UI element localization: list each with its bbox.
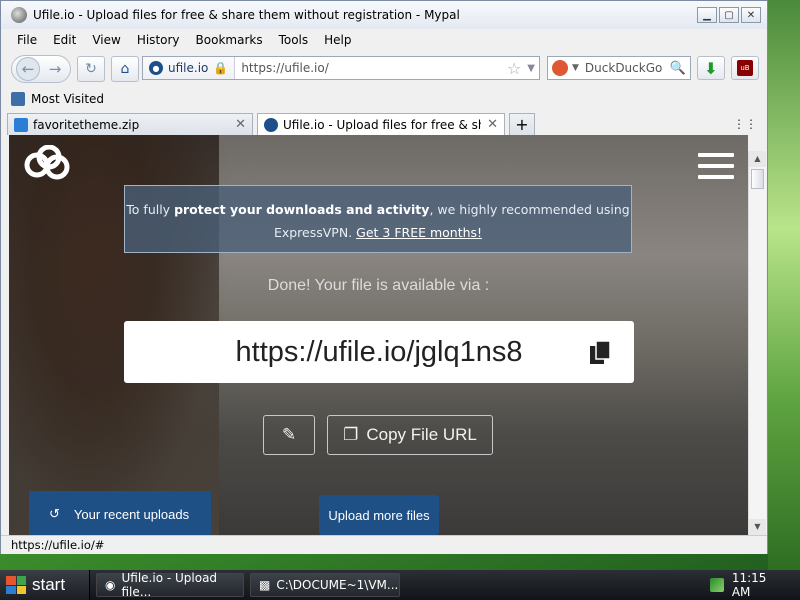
vpn-prefix: To fully [126,202,175,217]
file-url[interactable]: https://ufile.io/jglq1ns8 [236,336,523,369]
menu-history[interactable]: History [137,33,180,47]
vpn-offer-link[interactable]: Get 3 FREE months! [356,225,482,240]
vpn-notice: To fully protect your downloads and acti… [124,185,632,253]
new-tab-button[interactable]: + [509,113,535,135]
history-icon: ↺ [49,506,60,521]
menu-bookmarks[interactable]: Bookmarks [196,33,263,47]
ublock-icon: uB [737,60,753,76]
menu-bar: File Edit View History Bookmarks Tools H… [1,29,767,51]
done-message: Done! Your file is available via : [267,277,490,294]
recent-uploads-label: Your recent uploads [73,506,190,522]
site-identity[interactable]: ● ufile.io 🔒 [143,57,236,79]
close-tab-icon[interactable]: ✕ [235,117,246,132]
lock-icon: 🔒 [213,61,229,75]
taskbar: start ◉ Ufile.io - Upload file... ▩ C:\D… [0,570,800,600]
edit-icon: ✎ [281,425,297,444]
window-title: Ufile.io - Upload files for free & share… [33,8,460,22]
system-tray: 11:15 AM [710,570,800,600]
scroll-thumb[interactable] [751,169,764,189]
home-button[interactable]: ⌂ [111,56,139,82]
mypal-icon: ◉ [105,578,116,592]
start-button[interactable]: start [0,570,90,600]
maximize-button[interactable]: ▢ [719,7,739,23]
upload-more-button[interactable]: Upload more files [319,495,439,535]
file-url-card: https://ufile.io/jglq1ns8 [124,321,634,383]
taskbar-item-label: C:\DOCUME~1\VM... [276,578,399,592]
url-text[interactable]: https://ufile.io/ [235,61,507,75]
scroll-down-icon[interactable]: ▼ [749,519,766,535]
status-bar: https://ufile.io/# [1,535,767,554]
tray-icon[interactable] [710,578,724,592]
desktop-background [768,0,800,570]
browser-window: Ufile.io - Upload files for free & share… [0,0,768,554]
taskbar-item-browser[interactable]: ◉ Ufile.io - Upload file... [96,571,244,599]
menu-view[interactable]: View [92,33,120,47]
mypal-icon [11,7,27,23]
duckduckgo-icon[interactable] [552,60,568,76]
copy-icon: ❐ [343,425,359,444]
start-label: start [32,575,66,594]
site-identity-label: ufile.io [168,61,209,75]
page-content: To fully protect your downloads and acti… [9,135,748,535]
copy-file-url-button[interactable]: ❐ Copy File URL [327,415,493,455]
downloads-button[interactable]: ⬇ [697,56,725,80]
title-bar: Ufile.io - Upload files for free & share… [1,1,767,29]
taskbar-item-console[interactable]: ▩ C:\DOCUME~1\VM... [250,573,400,597]
vpn-bold: protect your downloads and activity [174,202,430,217]
ufile-favicon-icon [264,117,278,132]
search-bar[interactable]: ▼ DuckDuckGo 🔍 [547,56,691,80]
navigation-toolbar: ← → ↻ ⌂ ● ufile.io 🔒 https://ufile.io/ ☆… [1,53,767,85]
menu-edit[interactable]: Edit [53,33,76,47]
tab-favoritetheme[interactable]: favoritetheme.zip ✕ [7,113,253,135]
search-icon[interactable]: 🔍 [670,61,686,76]
taskbar-item-label: Ufile.io - Upload file... [121,571,218,599]
clock: 11:15 AM [731,571,767,599]
bookmark-star-icon[interactable]: ☆ [507,59,521,78]
url-bar[interactable]: ● ufile.io 🔒 https://ufile.io/ ☆ ▼ [142,56,540,80]
search-placeholder[interactable]: DuckDuckGo [585,61,670,75]
hamburger-menu-icon[interactable] [698,153,734,179]
back-forward-group: ← → [11,55,71,83]
reload-button[interactable]: ↻ [77,56,105,82]
forward-button[interactable]: → [44,58,66,80]
edit-button[interactable]: ✎ [263,415,315,455]
ublock-button[interactable]: uB [731,56,759,80]
tab-ufile[interactable]: Ufile.io - Upload files for free & share… [257,113,505,135]
tab-label: Ufile.io - Upload files for free & share… [283,117,481,132]
ufile-logo-icon[interactable] [23,145,71,181]
tab-label: favoritetheme.zip [33,117,140,132]
tab-list-icon[interactable]: ⋮⋮ [733,117,757,131]
close-button[interactable]: ✕ [741,7,761,23]
back-button[interactable]: ← [16,57,40,81]
bookmarks-toolbar: Most Visited [1,89,767,109]
search-engine-dropdown-icon[interactable]: ▼ [572,63,579,73]
menu-help[interactable]: Help [324,33,351,47]
recent-uploads-button[interactable]: ↺ Your recent uploads [29,491,211,535]
console-icon: ▩ [259,578,271,592]
copy-icon[interactable] [590,341,612,367]
close-tab-icon[interactable]: ✕ [487,117,498,132]
page-scrollbar[interactable]: ▲ ▼ [748,151,766,535]
most-visited-link[interactable]: Most Visited [31,92,104,106]
url-dropdown-icon[interactable]: ▼ [527,63,535,74]
url-actions: ✎ ❐ Copy File URL [263,415,493,455]
tab-strip: favoritetheme.zip ✕ Ufile.io - Upload fi… [1,111,767,135]
copy-file-url-label: Copy File URL [366,425,477,444]
dropbox-icon [14,117,28,132]
menu-file[interactable]: File [17,33,37,47]
scroll-up-icon[interactable]: ▲ [749,151,766,167]
menu-tools[interactable]: Tools [279,33,309,47]
ufile-favicon-icon: ● [149,61,163,75]
minimize-button[interactable]: ▁ [697,7,717,23]
most-visited-icon [11,92,25,106]
windows-logo-icon [6,576,26,594]
